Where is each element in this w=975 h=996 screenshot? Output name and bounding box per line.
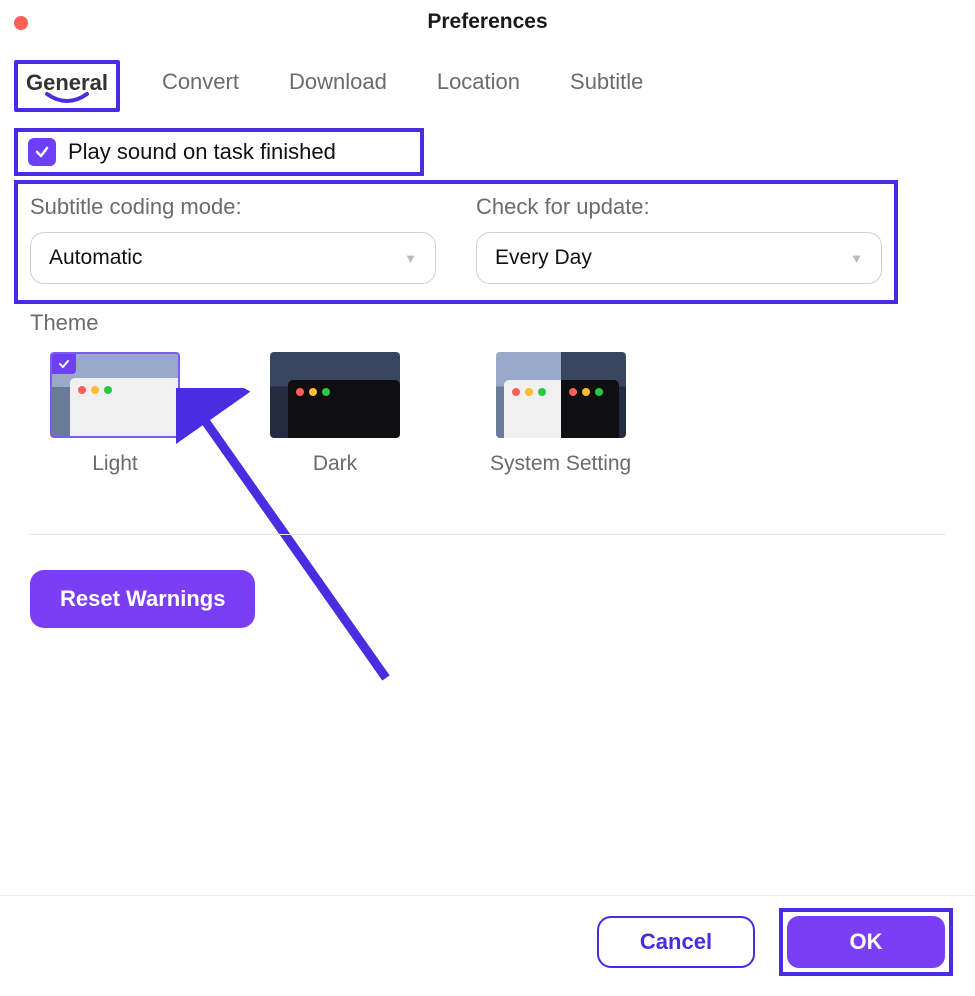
tabs-bar: General Convert Download Location Subtit… [14, 60, 651, 112]
theme-thumb-system [496, 352, 626, 438]
check-update-label: Check for update: [476, 194, 882, 220]
tab-location[interactable]: Location [429, 61, 528, 111]
tab-label: Convert [162, 69, 239, 94]
dropdown-value: Every Day [495, 246, 592, 270]
tab-download[interactable]: Download [281, 61, 395, 111]
theme-option-system[interactable]: System Setting [490, 352, 631, 476]
theme-option-light[interactable]: Light [50, 352, 180, 476]
theme-section-label: Theme [30, 310, 98, 336]
ok-button[interactable]: OK [787, 916, 945, 968]
theme-options: Light Dark System Setting [50, 352, 631, 476]
selected-check-icon [52, 354, 76, 374]
reset-warnings-button[interactable]: Reset Warnings [30, 570, 255, 628]
tab-subtitle[interactable]: Subtitle [562, 61, 651, 111]
play-sound-row: Play sound on task finished [14, 128, 424, 176]
ok-button-highlight: OK [779, 908, 953, 976]
tab-convert[interactable]: Convert [154, 61, 247, 111]
footer-buttons: Cancel OK [597, 908, 953, 976]
play-sound-label: Play sound on task finished [68, 139, 336, 165]
section-divider [30, 534, 945, 535]
chevron-down-icon: ▼ [404, 251, 417, 266]
theme-thumb-dark [270, 352, 400, 438]
tab-label: Location [437, 69, 520, 94]
theme-option-dark[interactable]: Dark [270, 352, 400, 476]
theme-caption: System Setting [490, 452, 631, 476]
dropdown-section: Subtitle coding mode: Automatic ▼ Check … [14, 180, 898, 304]
subtitle-mode-dropdown[interactable]: Automatic ▼ [30, 232, 436, 284]
theme-caption: Dark [313, 452, 357, 476]
subtitle-mode-label: Subtitle coding mode: [30, 194, 436, 220]
tab-label: Subtitle [570, 69, 643, 94]
tab-label: Download [289, 69, 387, 94]
checkmark-icon [34, 144, 50, 160]
theme-thumb-light [50, 352, 180, 438]
tab-general[interactable]: General [14, 60, 120, 112]
subtitle-mode-col: Subtitle coding mode: Automatic ▼ [30, 194, 436, 284]
theme-caption: Light [92, 452, 138, 476]
window-title: Preferences [0, 10, 975, 34]
chevron-down-icon: ▼ [850, 251, 863, 266]
dropdown-value: Automatic [49, 246, 142, 270]
cancel-button[interactable]: Cancel [597, 916, 755, 968]
check-update-col: Check for update: Every Day ▼ [476, 194, 882, 284]
active-tab-indicator-icon [18, 92, 116, 104]
check-update-dropdown[interactable]: Every Day ▼ [476, 232, 882, 284]
play-sound-checkbox[interactable] [28, 138, 56, 166]
footer-divider [0, 895, 975, 896]
